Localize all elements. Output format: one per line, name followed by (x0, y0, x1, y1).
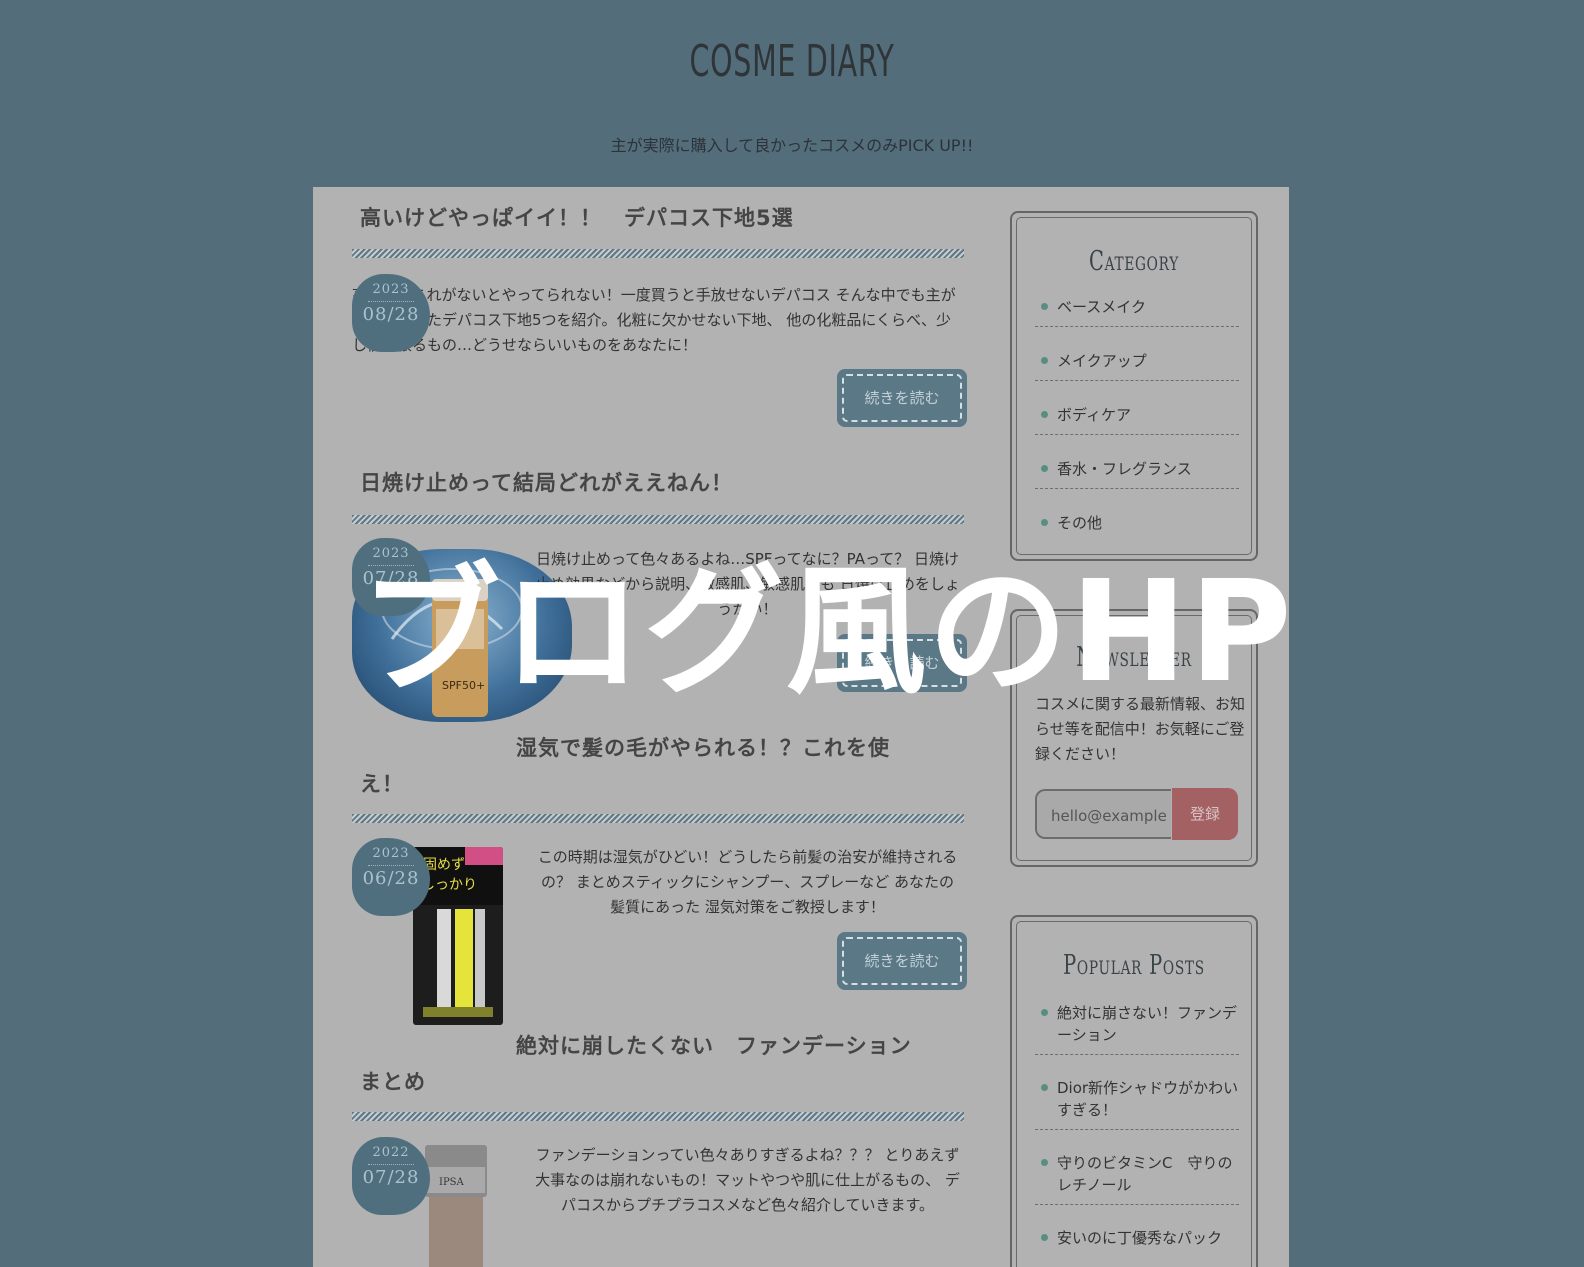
article-title-line1[interactable]: 絶対に崩したくない ファンデーション (516, 1029, 956, 1064)
date-year: 2023 (372, 282, 410, 297)
widget-frame: Category ベースメイク メイクアップ ボディケア 香水・フレグランス そ… (1016, 217, 1252, 555)
article-title-line1[interactable]: 湿気で髪の毛がやられる！？これを使 (516, 731, 956, 766)
popular-post-label: 守りのビタミンC 守りのレチノール (1057, 1154, 1233, 1194)
popular-post-label: 絶対に崩さない！ファンデーション (1057, 1004, 1238, 1044)
article-title-line2[interactable]: え！ (360, 767, 560, 802)
category-label: ベースメイク (1057, 298, 1146, 316)
read-more-button[interactable]: 続きを読む (837, 369, 967, 427)
article-excerpt: ファンデーションってい色々ありすぎるよね？？？ とりあえず大事なのは崩れないもの… (535, 1146, 960, 1214)
bullet-icon (1041, 1084, 1048, 1091)
popular-post-item[interactable]: 絶対に崩さない！ファンデーション (1035, 1000, 1239, 1055)
date-divider (368, 1164, 414, 1165)
category-widget: Category ベースメイク メイクアップ ボディケア 香水・フレグランス そ… (1010, 211, 1258, 561)
article-excerpt: この時期は湿気がひどい！どうしたら前髪の治安が維持されるの？ まとめスティックに… (537, 848, 958, 916)
site-title[interactable]: COSME DIARY (222, 36, 1362, 87)
title-divider (352, 249, 964, 258)
article-title-line2[interactable]: まとめ (360, 1065, 560, 1100)
date-day: 08/28 (362, 304, 420, 325)
email-field[interactable]: hello@example (1035, 789, 1171, 839)
category-label: ボディケア (1057, 406, 1131, 424)
date-badge: 2023 08/28 (352, 274, 430, 352)
overlay-title: ブログ風のHP (360, 551, 1294, 714)
category-label: 香水・フレグランス (1057, 460, 1192, 478)
date-year: 2022 (372, 1145, 410, 1160)
foundation-bottle-icon: IPSA (425, 1145, 487, 1267)
category-item[interactable]: ベースメイク (1035, 294, 1239, 327)
category-label: メイクアップ (1057, 352, 1147, 370)
bullet-icon (1041, 1009, 1048, 1016)
read-more-button[interactable]: 続きを読む (837, 932, 967, 990)
title-divider (352, 814, 964, 823)
bullet-icon (1041, 1234, 1048, 1241)
popular-post-label: 安いのに丁優秀なパック (1057, 1229, 1223, 1247)
article-title[interactable]: 高いけどやっぱイイ！！ デパコス下地5選 (360, 201, 960, 236)
popular-post-label: Dior新作シャドウがかわいすぎる！ (1057, 1079, 1239, 1119)
category-item[interactable]: その他 (1035, 510, 1239, 542)
read-more-label: 続きを読む (842, 937, 962, 985)
category-item[interactable]: 香水・フレグランス (1035, 456, 1239, 489)
popular-post-item[interactable]: 安いのに丁優秀なパック (1035, 1225, 1239, 1257)
widget-frame: Popular Posts 絶対に崩さない！ファンデーション Dior新作シャド… (1016, 921, 1252, 1267)
title-divider (352, 515, 964, 524)
bullet-icon (1041, 303, 1048, 310)
article-excerpt: 高いけどこれがないとやってられない！一度買うと手放せないデパコス そんな中でも主… (352, 286, 956, 354)
date-day: 06/28 (362, 868, 420, 889)
popular-post-item[interactable]: 守りのビタミンC 守りのレチノール (1035, 1150, 1239, 1205)
bullet-icon (1041, 519, 1048, 526)
main-panel: 高いけどやっぱイイ！！ デパコス下地5選 高いけどこれがないとやってられない！一… (313, 187, 1289, 1267)
category-list: ベースメイク メイクアップ ボディケア 香水・フレグランス その他 (1035, 294, 1239, 542)
popular-post-item[interactable]: Dior新作シャドウがかわいすぎる！ (1035, 1075, 1239, 1130)
popular-posts-title: Popular Posts (1063, 950, 1205, 981)
bullet-icon (1041, 411, 1048, 418)
category-item[interactable]: ボディケア (1035, 402, 1239, 435)
subscribe-button[interactable]: 登録 (1172, 788, 1238, 840)
site-subtitle: 主が実際に購入して良かったコスメのみPICK UP!! (610, 136, 974, 155)
foundation-product-image[interactable]: IPSA (421, 1145, 491, 1267)
title-divider (352, 1112, 964, 1121)
article-title[interactable]: 日焼け止めって結局どれがええねん！ (360, 466, 960, 501)
bullet-icon (1041, 357, 1048, 364)
category-item[interactable]: メイクアップ (1035, 348, 1239, 381)
category-label: その他 (1057, 514, 1103, 532)
svg-text:IPSA: IPSA (439, 1177, 465, 1188)
bullet-icon (1041, 1159, 1048, 1166)
date-divider (368, 865, 414, 866)
date-divider (368, 301, 414, 302)
bullet-icon (1041, 465, 1048, 472)
date-year: 2023 (372, 846, 410, 861)
date-badge: 2023 06/28 (352, 838, 430, 916)
date-badge: 2022 07/28 (352, 1137, 430, 1215)
read-more-label: 続きを読む (842, 374, 962, 422)
popular-posts-widget: Popular Posts 絶対に崩さない！ファンデーション Dior新作シャド… (1010, 915, 1258, 1267)
popular-posts-list: 絶対に崩さない！ファンデーション Dior新作シャドウがかわいすぎる！ 守りのビ… (1035, 1000, 1239, 1257)
category-title: Category (1089, 246, 1179, 277)
date-day: 07/28 (362, 1167, 420, 1188)
